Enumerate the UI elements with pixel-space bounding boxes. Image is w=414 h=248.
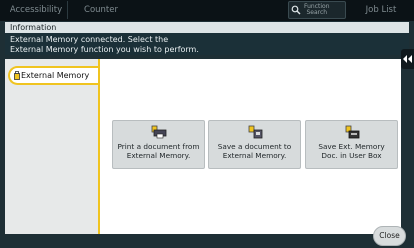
accessibility-tab[interactable]: Accessibility — [5, 1, 68, 19]
print-document-icon — [151, 125, 166, 139]
close-button-visible[interactable]: Close — [373, 226, 406, 246]
function-search-label-line2: Search — [306, 9, 328, 16]
user-box-icon — [345, 125, 359, 139]
top-bar: Accessibility Counter Function Search Jo… — [0, 0, 414, 21]
sidebar-item-external-memory[interactable]: External Memory — [8, 66, 100, 85]
save-ext-button-line1: Save a document to — [217, 142, 292, 151]
save-to-external-memory-button[interactable]: Save a document to External Memory. — [208, 120, 301, 169]
sidebar: External Memory — [5, 59, 100, 234]
save-to-user-box-button[interactable]: Save Ext. Memory Doc. in User Box — [305, 120, 398, 169]
collapse-panel-tab[interactable] — [401, 49, 414, 69]
function-search-button[interactable]: Function Search — [288, 1, 346, 19]
save-to-memory-icon — [248, 125, 262, 139]
print-from-external-memory-button[interactable]: Print a document from External Memory. — [112, 120, 205, 169]
function-search-label: Function Search — [304, 4, 330, 16]
save-ext-button-line2: External Memory. — [222, 151, 287, 160]
double-chevron-left-icon — [403, 54, 412, 63]
usb-memory-icon — [14, 71, 20, 80]
search-icon — [291, 5, 301, 15]
save-box-button-line2: Doc. in User Box — [321, 151, 382, 160]
save-box-button-line1: Save Ext. Memory — [318, 142, 385, 151]
job-list-tab[interactable]: Job List — [352, 1, 410, 19]
information-message: External Memory connected. Select the Ex… — [5, 33, 409, 55]
print-button-line2: External Memory. — [126, 151, 191, 160]
print-button-line1: Print a document from — [117, 142, 200, 151]
information-message-line2: External Memory function you wish to per… — [10, 45, 199, 54]
sidebar-item-label: External Memory — [21, 71, 90, 80]
bottom-bar — [0, 234, 414, 248]
close-label: Close — [379, 231, 400, 240]
counter-tab[interactable]: Counter — [70, 1, 132, 19]
information-message-line1: External Memory connected. Select the — [10, 35, 169, 44]
information-header: Information — [5, 22, 409, 33]
